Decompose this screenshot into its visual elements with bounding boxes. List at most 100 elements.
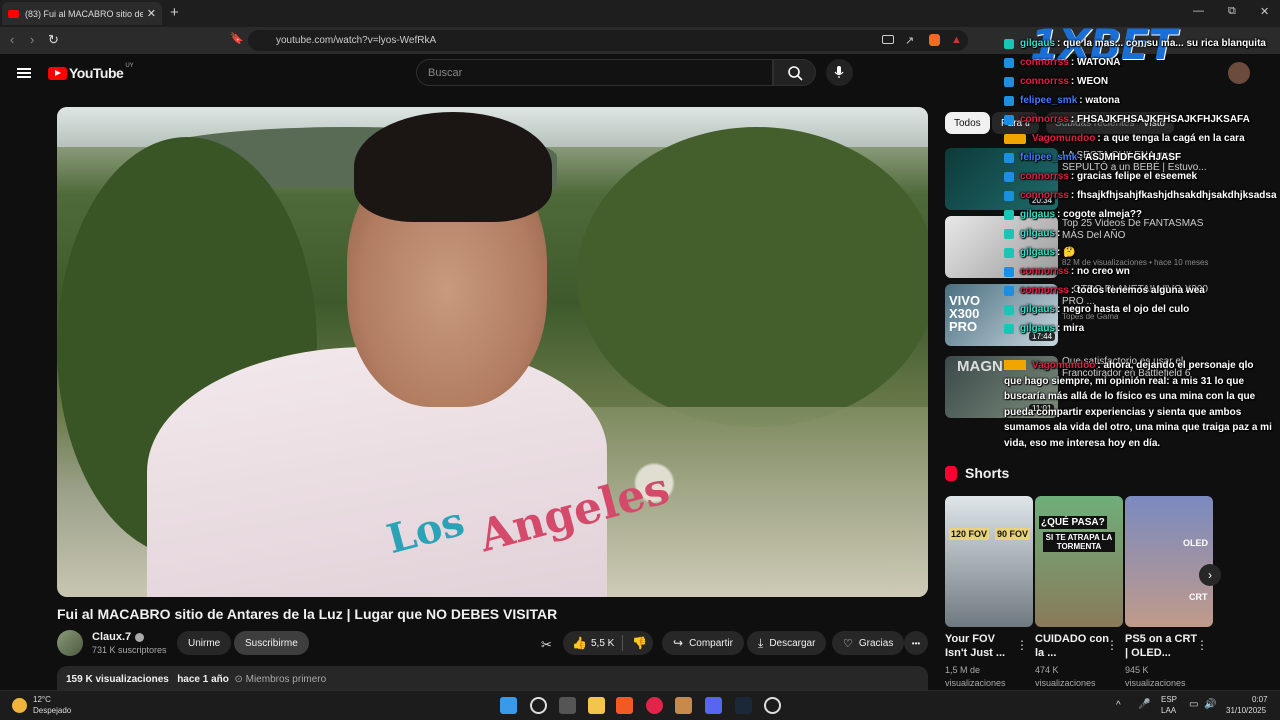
start-icon[interactable] — [500, 697, 517, 714]
chat-username: connorrss — [1020, 114, 1069, 125]
youtube-favicon-icon — [8, 9, 19, 18]
chat-username: connorrss — [1020, 285, 1069, 296]
brave-shield-icon[interactable] — [929, 34, 940, 46]
members-first: Miembros primero — [245, 674, 327, 685]
address-bar[interactable]: youtube.com/watch?v=lyos-WefRkA — [248, 30, 968, 51]
chat-message: connorrss: gracias felipe el eseemek — [1004, 167, 1197, 186]
thumbnail-text: VIVO X300 PRO — [949, 293, 981, 334]
clip-icon[interactable]: ✂ — [541, 637, 552, 653]
chat-message: connorrss: FHSAJKFHSAJKFHSAJKFHJKSAFA — [1004, 110, 1250, 129]
short-thumbnail[interactable]: 120 FOV 90 FOV — [945, 496, 1033, 627]
chat-username: connorrss — [1020, 171, 1069, 182]
window-close-icon[interactable]: ✕ — [1260, 5, 1269, 18]
minimize-icon[interactable]: — — [1193, 5, 1204, 17]
search-button[interactable] — [773, 59, 816, 86]
video-bush-right — [577, 127, 928, 427]
chat-text: : negro hasta el ojo del culo — [1057, 304, 1190, 315]
chat-message: felipee_smk: watona — [1004, 91, 1120, 110]
discord-icon[interactable] — [705, 697, 722, 714]
like-button[interactable]: 👍 5,5 K 👎 — [563, 631, 654, 655]
chat-message: connorrss: WATONA — [1004, 53, 1121, 72]
volume-icon[interactable]: 🔊 — [1204, 699, 1216, 710]
reload-icon[interactable]: ↻ — [48, 32, 59, 48]
tray-chevron-icon[interactable]: ^ — [1116, 700, 1121, 711]
tray-app-icon[interactable] — [764, 697, 781, 714]
chat-badge-icon — [1004, 266, 1014, 277]
thanks-button[interactable]: ♡ Gracias — [832, 631, 905, 655]
back-icon[interactable]: ‹ — [10, 32, 14, 47]
download-button[interactable]: ⤓ Descargar — [747, 631, 827, 655]
steam-icon[interactable] — [735, 697, 752, 714]
menu-icon[interactable] — [17, 68, 31, 78]
chat-text: : FHSAJKFHSAJKFHSAJKFHJKSAFA — [1070, 114, 1250, 125]
chat-overlay: gilgaus: que la mas... con su ma... su r… — [1004, 34, 1277, 454]
short-thumb-text-b: SI TE ATRAPA LA TORMENTA — [1043, 532, 1115, 552]
share-page-icon[interactable]: ↗ — [905, 34, 914, 47]
chip-todos[interactable]: Todos — [945, 112, 990, 134]
subscribe-button[interactable]: Suscribirme — [234, 631, 309, 655]
file-explorer-icon[interactable] — [588, 697, 605, 714]
short-title[interactable]: PS5 on a CRT | OLED... — [1125, 632, 1200, 660]
keyboard-layout[interactable]: LAA — [1161, 706, 1176, 715]
short-title[interactable]: Your FOV Isn't Just ... — [945, 632, 1020, 660]
chat-username: connorrss — [1020, 57, 1069, 68]
chat-badge-icon — [1004, 228, 1014, 239]
chat-text: : 🤔 — [1057, 247, 1076, 258]
chat-text: : — [1057, 228, 1061, 239]
short-title[interactable]: CUIDADO con la ... — [1035, 632, 1110, 660]
media-player-icon[interactable] — [646, 697, 663, 714]
search-input[interactable]: Buscar — [416, 59, 773, 86]
browser-tab[interactable]: (83) Fui al MACABRO sitio de An ✕ — [2, 2, 162, 25]
short-more-icon[interactable]: ⋮ — [1106, 638, 1118, 652]
brave-browser-icon[interactable] — [616, 697, 633, 714]
chat-text: : WEON — [1070, 76, 1109, 87]
short-thumbnail[interactable]: OLED CRT — [1125, 496, 1213, 627]
download-icon: ⤓ — [758, 635, 764, 650]
chat-badge-icon — [1004, 247, 1014, 258]
thumbs-up-icon: 👍 — [572, 636, 587, 650]
channel-name[interactable]: Claux.7 — [92, 631, 145, 643]
tray-mic-icon[interactable]: 🎤 — [1138, 699, 1150, 710]
channel-avatar[interactable] — [57, 630, 83, 656]
chat-message: connorrss: no creo wn — [1004, 262, 1130, 281]
bookmark-icon[interactable]: 🔖 — [230, 32, 244, 45]
chat-username: felipee_smk — [1020, 152, 1078, 163]
network-icon[interactable]: ▭ — [1189, 699, 1198, 710]
keyboard-lang[interactable]: ESP — [1161, 695, 1177, 704]
chat-message-long: Vagomundoo: ahora, dejando el personaje … — [1004, 358, 1274, 451]
chat-badge-icon — [1004, 57, 1014, 68]
chat-username: Vagomundoo — [1032, 133, 1096, 144]
forward-icon[interactable]: › — [30, 32, 34, 47]
task-view-icon[interactable] — [559, 697, 576, 714]
tab-close-icon[interactable]: ✕ — [147, 7, 156, 20]
short-more-icon[interactable]: ⋮ — [1016, 638, 1028, 652]
thumbs-down-icon[interactable]: 👎 — [632, 636, 647, 650]
chat-message: gilgaus: cogote almeja?? — [1004, 205, 1142, 224]
video-player[interactable]: Los Angeles — [57, 107, 928, 597]
short-thumbnail[interactable]: ¿QUÉ PASA? SI TE ATRAPA LA TORMENTA — [1035, 496, 1123, 627]
short-meta: 1,5 M de visualizaciones — [945, 665, 1006, 688]
cast-icon[interactable] — [882, 35, 894, 44]
clock-date[interactable]: 31/10/2025 — [1226, 706, 1266, 715]
shorts-next-button[interactable]: › — [1199, 564, 1221, 586]
youtube-logo[interactable]: YouTube UY — [48, 63, 134, 81]
short-more-icon[interactable]: ⋮ — [1196, 638, 1208, 652]
windows-taskbar: 12°C Despejado ^ 🎤 ESP LAA ▭ 🔊 0:07 31/1… — [0, 690, 1280, 720]
chat-badge-icon — [1004, 285, 1014, 296]
join-button[interactable]: Unirme — [177, 631, 232, 655]
new-tab-button[interactable]: + — [170, 4, 179, 21]
maximize-icon[interactable]: ⧉ — [1228, 5, 1236, 18]
weather-moon-icon[interactable] — [12, 698, 27, 713]
more-actions-button[interactable]: ••• — [904, 631, 928, 655]
voice-search-button[interactable] — [826, 59, 853, 86]
clock-time[interactable]: 0:07 — [1252, 695, 1268, 704]
description-box[interactable]: 159 K visualizaciones hace 1 año ⊙ Miemb… — [57, 666, 928, 690]
short-thumb-text-b: CRT — [1189, 592, 1208, 602]
share-button[interactable]: ↪ Compartir — [662, 631, 744, 655]
search-taskbar-icon[interactable] — [530, 697, 547, 714]
chat-badge-icon — [1004, 190, 1014, 201]
chat-message: gilgaus: negro hasta el ojo del culo — [1004, 300, 1189, 319]
app-icon[interactable] — [675, 697, 692, 714]
brave-rewards-icon[interactable]: ▲ — [951, 34, 962, 46]
chat-message: gilgaus: — [1004, 224, 1060, 243]
